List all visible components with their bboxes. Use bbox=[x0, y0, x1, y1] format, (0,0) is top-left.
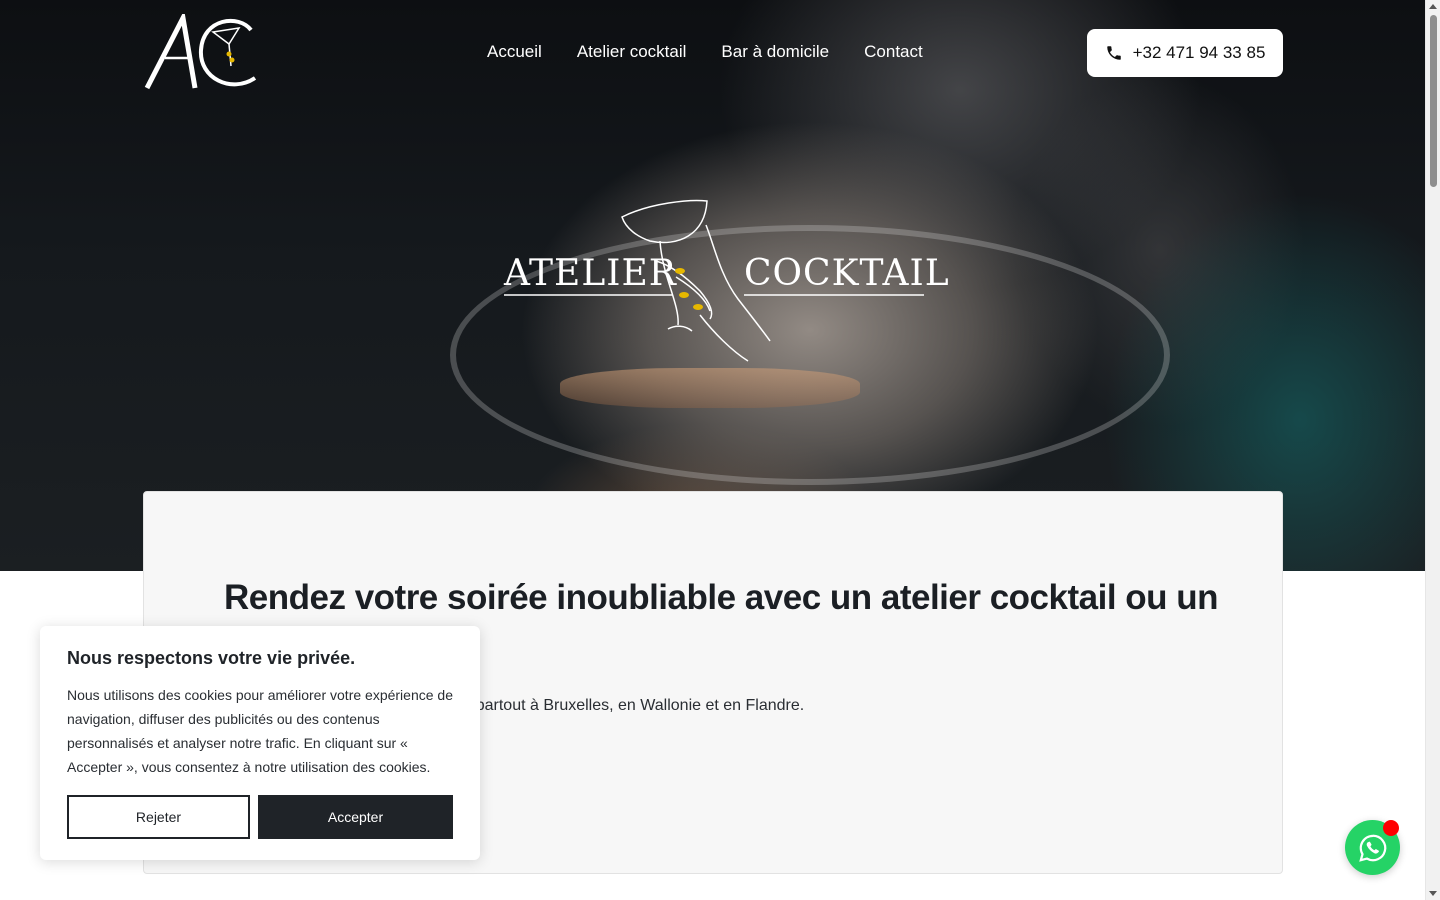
scroll-up-arrow-icon[interactable] bbox=[1429, 4, 1437, 9]
scroll-thumb[interactable] bbox=[1430, 15, 1437, 187]
whatsapp-icon bbox=[1358, 834, 1386, 862]
emblem-text-atelier: ATELIER bbox=[504, 253, 677, 294]
ac-logo-icon bbox=[144, 10, 257, 90]
hero-foam bbox=[560, 368, 860, 408]
hero-section: Accueil Atelier cocktail Bar à domicile … bbox=[0, 0, 1425, 571]
nav-item-bar-a-domicile[interactable]: Bar à domicile bbox=[721, 40, 829, 64]
nav-item-accueil[interactable]: Accueil bbox=[487, 40, 542, 64]
accept-cookies-button[interactable]: Accepter bbox=[258, 795, 453, 839]
atelier-cocktail-emblem: ATELIER COCKTAIL bbox=[500, 195, 949, 365]
page-scrollbar[interactable] bbox=[1425, 0, 1440, 900]
phone-number: +32 471 94 33 85 bbox=[1132, 43, 1266, 62]
scroll-down-arrow-icon[interactable] bbox=[1429, 891, 1437, 896]
emblem-text-cocktail: COCKTAIL bbox=[744, 253, 950, 294]
cookie-buttons: Rejeter Accepter bbox=[67, 795, 453, 839]
reject-cookies-button[interactable]: Rejeter bbox=[67, 795, 250, 839]
phone-icon bbox=[1106, 46, 1121, 60]
nav-item-atelier-cocktail[interactable]: Atelier cocktail bbox=[577, 40, 687, 64]
whatsapp-button[interactable] bbox=[1345, 820, 1400, 875]
cookie-text: Nous utilisons des cookies pour améliore… bbox=[67, 687, 453, 775]
main-nav: Accueil Atelier cocktail Bar à domicile … bbox=[487, 40, 923, 64]
notification-badge bbox=[1383, 820, 1399, 836]
site-logo[interactable] bbox=[143, 10, 259, 92]
phone-button[interactable]: +32 471 94 33 85 bbox=[1087, 29, 1283, 77]
cookie-title: Nous respectons votre vie privée. bbox=[67, 648, 356, 668]
cookie-banner: Nous respectons votre vie privée. Nous u… bbox=[40, 626, 480, 860]
nav-item-contact[interactable]: Contact bbox=[864, 40, 923, 64]
